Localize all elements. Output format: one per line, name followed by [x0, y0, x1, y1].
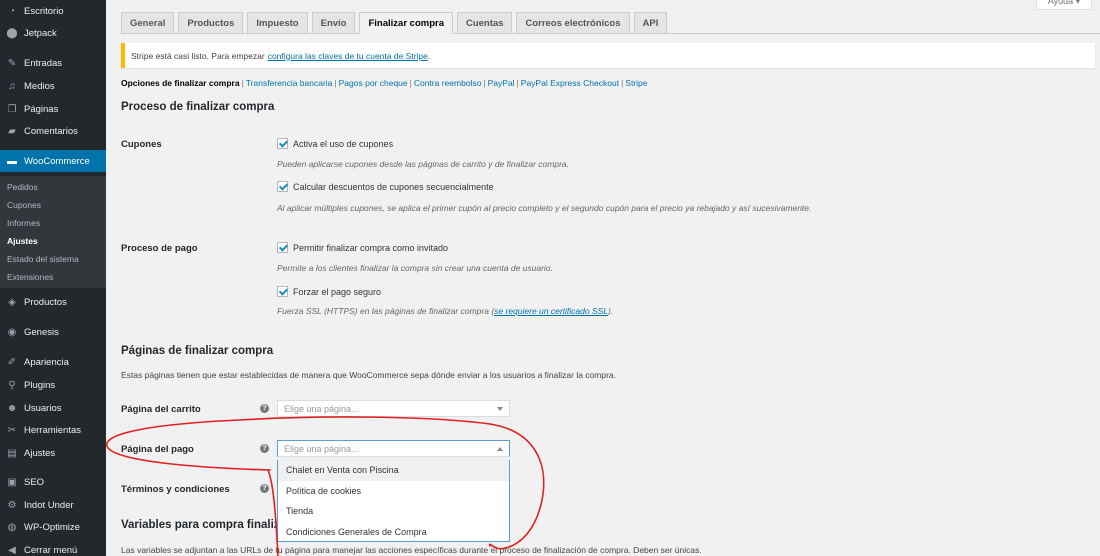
genesis-icon: ◉ [7, 326, 17, 338]
users-icon: ☻ [6, 402, 18, 414]
terms-help-icon[interactable]: ? [260, 484, 269, 493]
menu-item-paginas[interactable]: ❐ Páginas [0, 98, 106, 120]
cart-page-select[interactable]: Elige una página... [277, 400, 510, 417]
enable-coupons-checkbox[interactable] [277, 138, 288, 149]
menu-item-comentarios[interactable]: ▰ Comentarios [0, 120, 106, 142]
cart-help-icon[interactable]: ? [260, 404, 269, 413]
pin-icon: ✎ [7, 57, 17, 69]
menu-item-jetpack[interactable]: ⬤ Jetpack [0, 22, 106, 44]
tab-general[interactable]: General [121, 12, 175, 34]
section-contra-reembolso[interactable]: Contra reembolso [414, 78, 482, 88]
help-tab[interactable]: Ayuda ▾ [1036, 0, 1092, 10]
section-paypal[interactable]: PayPal [488, 78, 515, 88]
woocommerce-icon: ▬ [7, 155, 17, 167]
sequential-coupons-option[interactable]: Calcular descuentos de cupones secuencia… [277, 181, 494, 192]
menu-item-herramientas[interactable]: ✂ Herramientas [0, 419, 106, 441]
plugins-icon: ⚲ [8, 379, 16, 391]
pages-intro: Estas páginas tienen que estar estableci… [121, 370, 617, 380]
menu-item-productos[interactable]: ◈ Productos [0, 291, 106, 313]
guest-checkout-option[interactable]: Permitir finalizar compra como invitado [277, 242, 448, 253]
variables-intro: Las variables se adjuntan a las URLs de … [121, 545, 702, 555]
checkout-page-label: Página del pago [121, 444, 194, 455]
tab-api[interactable]: API [633, 12, 668, 34]
pages-icon: ❐ [7, 103, 17, 115]
dashboard-icon: ◔ [8, 5, 16, 17]
tab-correos-electronicos[interactable]: Correos electrónicos [516, 12, 630, 34]
submenu-informes[interactable]: Informes [7, 218, 40, 228]
checkout-page-select[interactable]: Elige una página... [277, 440, 510, 457]
chevron-up-icon [497, 447, 503, 451]
products-icon: ◈ [8, 296, 16, 308]
menu-item-entradas[interactable]: ✎ Entradas [0, 52, 106, 74]
cart-page-label: Página del carrito [121, 404, 201, 415]
menu-item-genesis[interactable]: ◉ Genesis [0, 321, 106, 343]
optimize-icon: ◍ [7, 521, 17, 533]
tab-cuentas[interactable]: Cuentas [456, 12, 513, 34]
enable-coupons-desc: Pueden aplicarse cupones desde las págin… [277, 159, 570, 169]
gear-icon: ⚙ [7, 499, 17, 511]
settings-tabs: General Productos Impuesto Envío Finaliz… [121, 12, 671, 34]
collapse-icon: ◀ [8, 544, 16, 556]
tab-productos[interactable]: Productos [178, 12, 244, 34]
coupons-label: Cupones [121, 139, 162, 150]
comments-icon: ▰ [8, 125, 16, 137]
menu-item-escritorio[interactable]: ◔ Escritorio [0, 0, 106, 22]
menu-item-apariencia[interactable]: ✐ Apariencia [0, 351, 106, 373]
section-opciones[interactable]: Opciones de finalizar compra [121, 78, 240, 88]
chevron-down-icon [497, 407, 503, 411]
submenu-extensiones[interactable]: Extensiones [7, 272, 53, 282]
force-secure-checkbox[interactable] [277, 286, 288, 297]
woocommerce-submenu: Pedidos Cupones Informes Ajustes Estado … [0, 176, 106, 288]
enable-coupons-option[interactable]: Activa el uso de cupones [277, 138, 393, 149]
submenu-ajustes[interactable]: Ajustes [7, 236, 38, 246]
appearance-icon: ✐ [7, 356, 17, 368]
settings-icon: ▤ [7, 447, 17, 459]
submenu-cupones[interactable]: Cupones [7, 200, 41, 210]
stripe-notice: Stripe está casi listo. Para empezar con… [121, 43, 1095, 68]
guest-checkout-desc: Permite a los clientes finalizar la comp… [277, 263, 553, 273]
section-stripe[interactable]: Stripe [625, 78, 647, 88]
seo-icon: ▣ [7, 476, 17, 488]
menu-item-woocommerce[interactable]: ▬ WooCommerce [0, 150, 106, 172]
media-icon: ♫ [8, 80, 16, 92]
jetpack-icon: ⬤ [6, 27, 18, 39]
menu-item-medios[interactable]: ♫ Medios [0, 75, 106, 97]
menu-item-ajustes[interactable]: ▤ Ajustes [0, 442, 106, 464]
sequential-coupons-checkbox[interactable] [277, 181, 288, 192]
tab-impuesto[interactable]: Impuesto [247, 12, 308, 34]
menu-item-plugins[interactable]: ⚲ Plugins [0, 374, 106, 396]
dropdown-option[interactable]: Condiciones Generales de Compra [278, 522, 509, 543]
checkout-help-icon[interactable]: ? [260, 444, 269, 453]
terms-label: Términos y condiciones [121, 484, 230, 495]
dropdown-option[interactable]: Tienda [278, 501, 509, 522]
ssl-certificate-link[interactable]: se requiere un certificado SSL [494, 306, 608, 316]
variables-title: Variables para compra finalizada [121, 519, 300, 531]
dropdown-option[interactable]: Política de cookies [278, 481, 509, 502]
tools-icon: ✂ [7, 424, 17, 436]
stripe-config-link[interactable]: configura las claves de tu cuenta de Str… [268, 51, 428, 61]
checkout-page-dropdown: Chalet en Venta con Piscina Política de … [277, 460, 510, 542]
process-title: Proceso de finalizar compra [121, 101, 275, 113]
menu-item-indot-under[interactable]: ⚙ Indot Under [0, 494, 106, 516]
section-paypal-express[interactable]: PayPal Express Checkout [521, 78, 619, 88]
menu-item-cerrar-menu[interactable]: ◀ Cerrar menú [0, 539, 106, 556]
guest-checkout-checkbox[interactable] [277, 242, 288, 253]
force-secure-option[interactable]: Forzar el pago seguro [277, 286, 381, 297]
payment-process-label: Proceso de pago [121, 243, 198, 254]
menu-item-wp-optimize[interactable]: ◍ WP-Optimize [0, 516, 106, 538]
section-cheque[interactable]: Pagos por cheque [339, 78, 408, 88]
checkout-sections-nav: Opciones de finalizar compra | Transferenc… [121, 78, 648, 88]
tab-finalizar-compra[interactable]: Finalizar compra [359, 12, 453, 34]
submenu-pedidos[interactable]: Pedidos [7, 182, 38, 192]
force-secure-desc: Fuerza SSL (HTTPS) en las páginas de fin… [277, 306, 614, 316]
admin-sidebar: ◔ Escritorio ⬤ Jetpack ✎ Entradas ♫ Medios ❐… [0, 0, 106, 556]
dropdown-option[interactable]: Chalet en Venta con Piscina [278, 460, 509, 481]
pages-title: Páginas de finalizar compra [121, 345, 274, 357]
sequential-coupons-desc: Al aplicar múltiples cupones, se aplica … [277, 203, 812, 213]
tab-envio[interactable]: Envío [311, 12, 356, 34]
menu-item-usuarios[interactable]: ☻ Usuarios [0, 397, 106, 419]
menu-item-seo[interactable]: ▣ SEO [0, 471, 106, 493]
submenu-estado-del-sistema[interactable]: Estado del sistema [7, 254, 79, 264]
section-transferencia[interactable]: Transferencia bancaria [246, 78, 333, 88]
